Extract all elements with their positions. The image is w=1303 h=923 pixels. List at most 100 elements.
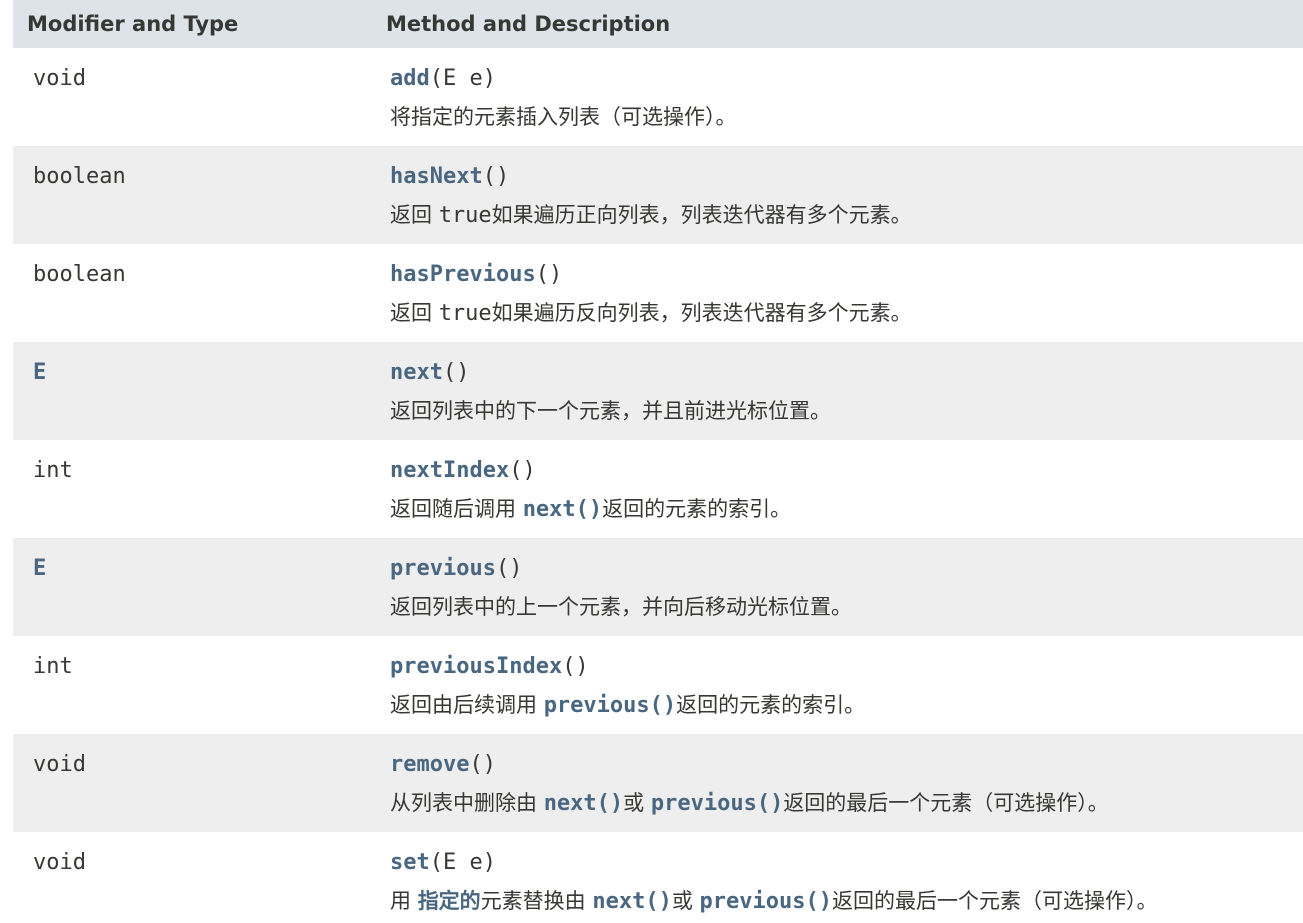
type-cell: E (13, 538, 385, 636)
table-row: int nextIndex() 返回随后调用 next()返回的元素的索引。 (13, 440, 1303, 538)
emphasis-text: 指定的 (417, 889, 481, 913)
method-signature: nextIndex() (390, 458, 1303, 484)
table-row: E next() 返回列表中的下一个元素，并且前进光标位置。 (13, 342, 1303, 440)
return-type: boolean (33, 164, 126, 189)
method-signature: previous() (390, 556, 1303, 582)
description-text: 将指定的元素插入列表（可选操作）。 (390, 105, 737, 129)
description-text: 返回 (390, 301, 439, 325)
table-row: void remove() 从列表中删除由 next()或 previous()… (13, 734, 1303, 832)
description-text: 返回列表中的上一个元素，并向后移动光标位置。 (390, 595, 852, 619)
type-cell: void (13, 734, 385, 832)
method-params: () (442, 360, 470, 385)
return-type: void (33, 66, 86, 91)
description-text: 如果遍历反向列表，列表迭代器有多个元素。 (491, 301, 912, 325)
method-cell: next() 返回列表中的下一个元素，并且前进光标位置。 (385, 342, 1303, 440)
method-cell: set(E e) 用 指定的元素替换由 next()或 previous()返回… (385, 832, 1303, 923)
inline-code-link-next[interactable]: next() (592, 889, 671, 914)
method-params: (E e) (429, 850, 496, 875)
inline-code-link-previous[interactable]: previous() (700, 889, 832, 914)
method-params: () (482, 164, 510, 189)
return-type: boolean (33, 262, 126, 287)
type-cell: int (13, 440, 385, 538)
description-text: 如果遍历正向列表，列表迭代器有多个元素。 (491, 203, 912, 227)
method-link-set[interactable]: set (390, 850, 430, 875)
method-link-remove[interactable]: remove (390, 752, 469, 777)
description-text: 返回由后续调用 (390, 693, 544, 717)
description-text: 用 (390, 889, 418, 913)
method-cell: nextIndex() 返回随后调用 next()返回的元素的索引。 (385, 440, 1303, 538)
method-description: 将指定的元素插入列表（可选操作）。 (390, 104, 1303, 130)
description-text: 元素替换由 (480, 889, 593, 913)
type-cell: boolean (13, 244, 385, 342)
method-description: 返回列表中的下一个元素，并且前进光标位置。 (390, 398, 1303, 424)
method-params: () (495, 556, 523, 581)
return-type: int (33, 654, 73, 679)
column-header-modifier-type: Modifier and Type (27, 12, 239, 36)
inline-code-link-next[interactable]: next() (544, 791, 623, 816)
method-params: () (509, 458, 536, 483)
type-cell: E (13, 342, 385, 440)
method-signature: set(E e) (390, 850, 1303, 876)
table-row: boolean hasNext() 返回 true如果遍历正向列表，列表迭代器有… (13, 146, 1303, 244)
method-description: 返回 true如果遍历正向列表，列表迭代器有多个元素。 (390, 202, 1303, 229)
method-cell: previousIndex() 返回由后续调用 previous()返回的元素的… (385, 636, 1303, 734)
method-link-next[interactable]: next (390, 360, 443, 385)
return-type: void (33, 752, 86, 777)
method-cell: hasNext() 返回 true如果遍历正向列表，列表迭代器有多个元素。 (385, 146, 1303, 244)
table-header-row: Modifier and Type Method and Description (13, 0, 1303, 48)
method-signature: hasPrevious() (390, 262, 1303, 288)
method-params: () (469, 752, 496, 777)
type-cell: boolean (13, 146, 385, 244)
return-type-link[interactable]: E (33, 360, 46, 385)
method-description: 返回 true如果遍历反向列表，列表迭代器有多个元素。 (390, 300, 1303, 327)
method-description: 返回随后调用 next()返回的元素的索引。 (390, 496, 1303, 523)
code-literal: true (438, 301, 492, 326)
method-signature: remove() (390, 752, 1303, 778)
method-params: (E e) (429, 66, 496, 91)
method-summary-table: Modifier and Type Method and Description… (13, 0, 1303, 923)
return-type-link[interactable]: E (33, 556, 46, 581)
description-text: 返回列表中的下一个元素，并且前进光标位置。 (390, 399, 831, 423)
method-params: () (562, 654, 589, 679)
method-link-previousindex[interactable]: previousIndex (390, 654, 562, 679)
inline-code-link-previous[interactable]: previous() (544, 693, 676, 718)
description-text: 返回的元素的索引。 (602, 497, 792, 521)
method-link-previous[interactable]: previous (390, 556, 496, 581)
description-text: 返回随后调用 (390, 497, 523, 521)
type-cell: void (13, 832, 385, 923)
return-type: void (33, 850, 86, 875)
table-row: E previous() 返回列表中的上一个元素，并向后移动光标位置。 (13, 538, 1303, 636)
method-description: 返回列表中的上一个元素，并向后移动光标位置。 (390, 594, 1303, 620)
method-description: 从列表中删除由 next()或 previous()返回的最后一个元素（可选操作… (390, 790, 1303, 817)
method-link-nextindex[interactable]: nextIndex (390, 458, 509, 483)
return-type: int (33, 458, 73, 483)
method-cell: previous() 返回列表中的上一个元素，并向后移动光标位置。 (385, 538, 1303, 636)
table-row: void set(E e) 用 指定的元素替换由 next()或 previou… (13, 832, 1303, 923)
table-row: int previousIndex() 返回由后续调用 previous()返回… (13, 636, 1303, 734)
method-signature: add(E e) (390, 66, 1303, 92)
description-text: 从列表中删除由 (390, 791, 544, 815)
description-text: 返回的最后一个元素（可选操作）。 (832, 889, 1158, 913)
method-description: 用 指定的元素替换由 next()或 previous()返回的最后一个元素（可… (390, 888, 1303, 915)
code-literal: true (438, 203, 492, 228)
method-cell: hasPrevious() 返回 true如果遍历反向列表，列表迭代器有多个元素… (385, 244, 1303, 342)
type-cell: void (13, 48, 385, 146)
method-link-hasnext[interactable]: hasNext (390, 164, 483, 189)
method-signature: next() (390, 360, 1303, 386)
column-header-method-description: Method and Description (386, 12, 671, 36)
method-cell: add(E e) 将指定的元素插入列表（可选操作）。 (385, 48, 1303, 146)
description-text: 返回的最后一个元素（可选操作）。 (783, 791, 1109, 815)
left-margin (0, 0, 13, 923)
description-text: 返回 (390, 203, 439, 227)
method-signature: previousIndex() (390, 654, 1303, 680)
description-text: 或 (623, 791, 651, 815)
inline-code-link-next[interactable]: next() (523, 497, 602, 522)
method-signature: hasNext() (390, 164, 1303, 190)
table-row: boolean hasPrevious() 返回 true如果遍历反向列表，列表… (13, 244, 1303, 342)
method-link-add[interactable]: add (390, 66, 430, 91)
description-text: 或 (671, 889, 700, 913)
inline-code-link-previous[interactable]: previous() (651, 791, 783, 816)
method-cell: remove() 从列表中删除由 next()或 previous()返回的最后… (385, 734, 1303, 832)
method-link-hasprevious[interactable]: hasPrevious (390, 262, 536, 287)
description-text: 返回的元素的索引。 (676, 693, 866, 717)
